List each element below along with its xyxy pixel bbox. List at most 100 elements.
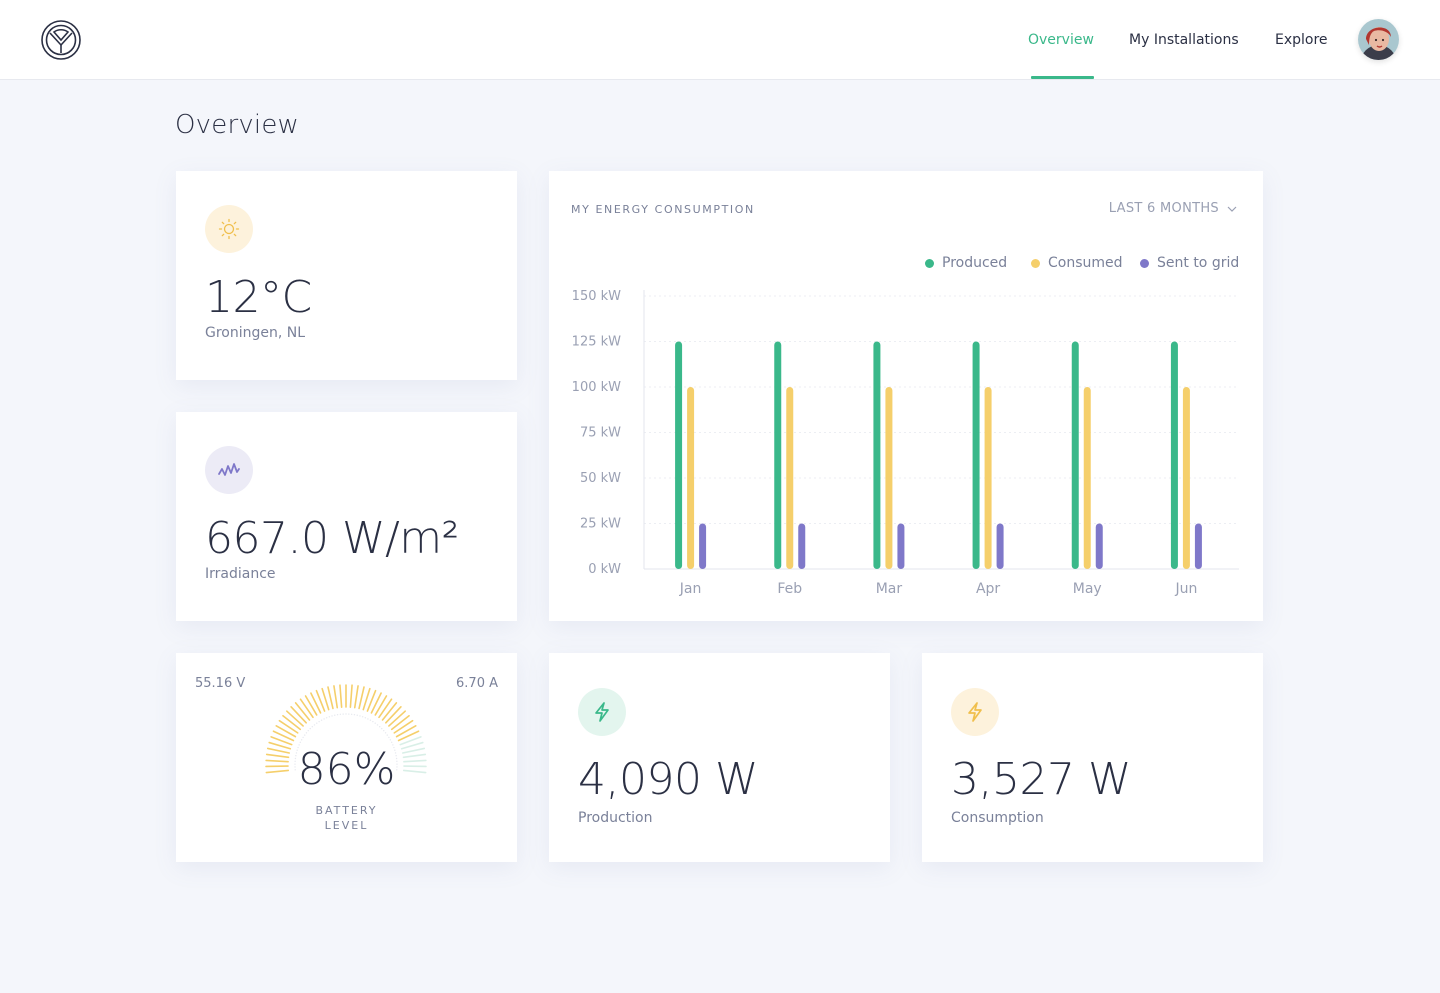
- gauge-inner-dot: [369, 719, 372, 721]
- gauge-tick: [378, 698, 393, 719]
- gauge-inner-dot: [384, 732, 387, 734]
- gauge-inner-dot: [323, 718, 325, 720]
- gauge-tick: [374, 695, 388, 716]
- bar-sent-to-grid: [996, 523, 1004, 569]
- gauge-inner-dot: [307, 729, 309, 732]
- bar-consumed: [885, 387, 893, 569]
- irradiance-card: 667.0 W/m² Irradiance: [176, 412, 517, 621]
- gauge-inner-dot: [388, 736, 390, 739]
- gauge-inner-dot: [311, 726, 314, 728]
- gauge-inner-dot: [304, 734, 306, 736]
- gauge-inner-dot: [334, 714, 336, 716]
- bar-sent-to-grid: [798, 523, 806, 569]
- gauge-inner-dot: [313, 724, 316, 726]
- gauge-tick: [358, 686, 365, 710]
- x-tick-label: Apr: [976, 581, 1000, 597]
- x-tick-label: Jan: [679, 581, 702, 597]
- bar-sent-to-grid: [1095, 523, 1103, 569]
- consumption-label: Consumption: [951, 810, 1044, 826]
- nav-active-indicator: [1031, 76, 1094, 79]
- gauge-tick: [290, 706, 307, 724]
- x-tick-label: Feb: [777, 581, 802, 597]
- gauge-inner-dot: [367, 718, 369, 720]
- irradiance-label: Irradiance: [205, 566, 276, 582]
- gauge-inner-dot: [300, 739, 303, 741]
- bar-sent-to-grid: [897, 523, 905, 569]
- gauge-inner-dot: [339, 713, 342, 716]
- gauge-inner-dot: [302, 736, 304, 739]
- energy-chart: 150 kW 125 kW 100 kW 75 kW 50 kW 25 kW 0 kW Jan…: [572, 289, 1239, 597]
- logo-icon[interactable]: [40, 19, 82, 61]
- gauge-tick: [304, 695, 318, 716]
- gauge-tick: [393, 719, 414, 734]
- gauge-tick: [275, 725, 297, 738]
- page-title: Overview: [175, 110, 300, 140]
- temperature-value: 12°C: [205, 272, 312, 323]
- y-tick-label: 100 kW: [572, 380, 621, 395]
- gauge-tick: [339, 684, 343, 708]
- gauge-inner-dot: [359, 715, 361, 717]
- y-tick-label: 25 kW: [580, 517, 621, 532]
- energy-consumption-card: MY ENERGY CONSUMPTION LAST 6 MONTHS Prod…: [549, 171, 1263, 621]
- nav-explore[interactable]: Explore: [1275, 0, 1328, 80]
- gauge-inner-dot: [361, 716, 364, 718]
- production-value: 4,090 W: [578, 754, 758, 805]
- nav-overview[interactable]: Overview: [1028, 0, 1094, 80]
- bar-produced: [1071, 341, 1079, 569]
- gauge-inner-dot: [299, 741, 302, 744]
- weather-card: 12°C Groningen, NL: [176, 171, 517, 380]
- gauge-inner-dot: [389, 739, 392, 741]
- bar-produced: [774, 341, 782, 569]
- battery-percent: 86%: [297, 744, 396, 795]
- battery-label-line1: BATTERY: [315, 804, 378, 817]
- y-tick-label: 125 kW: [572, 335, 621, 350]
- x-tick-label: Mar: [876, 581, 903, 597]
- gauge-inner-dot: [309, 727, 311, 730]
- gauge-inner-dot: [374, 722, 376, 724]
- lightning-icon: [578, 688, 626, 736]
- production-card: 4,090 W Production: [549, 653, 890, 862]
- gauge-inner-dot: [325, 717, 328, 719]
- gauge-inner-dot: [345, 713, 347, 715]
- consumption-card: 3,527 W Consumption: [922, 653, 1263, 862]
- gauge-inner-dot: [353, 714, 356, 716]
- lightning-icon: [951, 688, 999, 736]
- production-label: Production: [578, 810, 653, 826]
- gauge-inner-dot: [316, 722, 318, 724]
- gauge-inner-dot: [350, 713, 353, 716]
- gauge-tick: [333, 685, 339, 709]
- user-avatar[interactable]: [1358, 19, 1399, 60]
- bar-sent-to-grid: [1194, 523, 1202, 569]
- bar-consumed: [687, 387, 695, 569]
- bar-produced: [1170, 341, 1178, 569]
- gauge-inner-dot: [336, 714, 339, 716]
- gauge-inner-dot: [386, 734, 388, 736]
- gauge-inner-dot: [390, 741, 393, 744]
- gauge-inner-dot: [356, 714, 358, 716]
- battery-level-label: BATTERY LEVEL: [176, 803, 517, 833]
- gauge-inner-dot: [372, 720, 374, 723]
- gauge-inner-dot: [376, 724, 379, 726]
- gauge-inner-dot: [383, 729, 385, 732]
- x-tick-label: Jun: [1174, 581, 1197, 597]
- gauge-tick: [388, 710, 406, 727]
- gauge-inner-dot: [328, 716, 331, 718]
- gauge-tick: [349, 684, 353, 708]
- bar-consumed: [1182, 387, 1190, 569]
- gauge-tick: [327, 686, 334, 710]
- y-tick-label: 75 kW: [580, 426, 621, 441]
- gauge-tick: [299, 698, 314, 719]
- gauge-inner-dot: [318, 720, 320, 723]
- gauge-inner-dot: [320, 719, 323, 721]
- gauge-inner-dot: [364, 717, 367, 719]
- irradiance-value: 667.0 W/m²: [205, 513, 459, 564]
- battery-label-line2: LEVEL: [324, 819, 369, 832]
- gauge-inner-dot: [348, 713, 350, 715]
- nav-my-installations[interactable]: My Installations: [1129, 0, 1239, 80]
- top-navigation-bar: Overview My Installations Explore: [0, 0, 1440, 80]
- gauge-inner-dot: [378, 726, 381, 728]
- gauge-inner-dot: [381, 727, 383, 730]
- bar-consumed: [984, 387, 992, 569]
- bar-produced: [675, 341, 683, 569]
- bar-consumed: [786, 387, 794, 569]
